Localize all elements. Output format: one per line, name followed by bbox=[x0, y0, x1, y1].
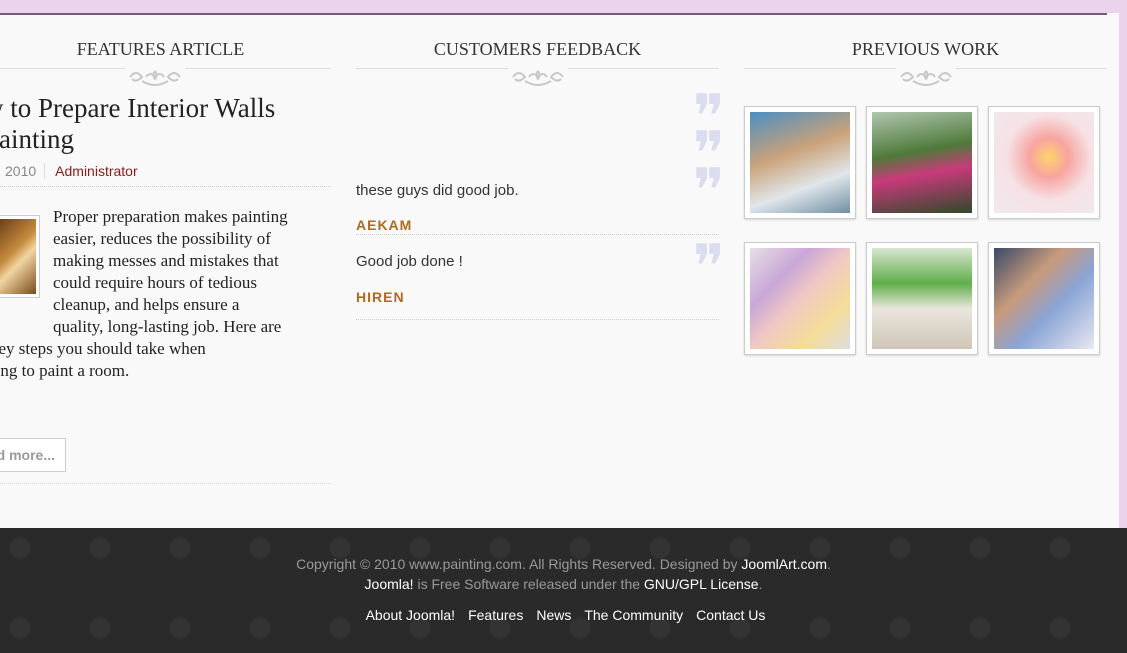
article-line: making messes and mistakes that bbox=[53, 251, 279, 270]
quote-icon: ❞ bbox=[692, 232, 725, 302]
article-date: 2010 bbox=[5, 163, 46, 179]
article-text: Proper preparation makes painting easier… bbox=[0, 206, 335, 382]
article-line: could require hours of tedious bbox=[53, 273, 257, 292]
article-title[interactable]: w to Prepare Interior Walls Painting bbox=[0, 93, 325, 155]
feedback-item: ❞ Good job done ! HIREN bbox=[356, 232, 725, 320]
gallery-thumbnail[interactable] bbox=[866, 106, 978, 219]
copyright-suffix: . bbox=[827, 556, 831, 572]
footer-nav-about-joomla[interactable]: About Joomla! bbox=[366, 607, 456, 623]
designer-link[interactable]: JoomlArt.com bbox=[741, 556, 827, 572]
article-title-line[interactable]: w to Prepare Interior Walls bbox=[0, 93, 325, 124]
ornament-icon bbox=[895, 66, 956, 88]
copyright-line: Copyright © 2010 www.painting.com. All R… bbox=[0, 556, 1127, 572]
article-line: cleanup, and helps ensure a bbox=[53, 295, 240, 314]
footer-nav-news[interactable]: News bbox=[536, 607, 571, 623]
article-author-link[interactable]: Administrator bbox=[45, 163, 137, 179]
footer-nav: About Joomla! Features News The Communit… bbox=[0, 607, 1127, 623]
quote-icon: ❞ ❞ ❞ bbox=[692, 82, 725, 226]
feedback-text: Good job done ! bbox=[356, 253, 463, 270]
features-heading: FEATURES ARTICLE bbox=[0, 13, 331, 69]
footer-nav-contact[interactable]: Contact Us bbox=[696, 607, 765, 623]
feedback-text: these guys did good job. bbox=[356, 182, 519, 199]
article-line: quality, long-lasting job. Here are bbox=[53, 317, 282, 336]
article-line: ring to paint a room. bbox=[0, 361, 130, 380]
gallery-thumbnail[interactable] bbox=[744, 242, 856, 355]
license-suffix: . bbox=[758, 576, 763, 592]
copyright-text: Copyright © 2010 www.painting.com. All R… bbox=[296, 556, 738, 572]
customers-feedback-column: CUSTOMERS FEEDBACK ❞ ❞ ❞ these guys did go… bbox=[356, 13, 725, 320]
joomla-link[interactable]: Joomla! bbox=[365, 576, 414, 592]
gallery-thumbnail[interactable] bbox=[744, 106, 856, 219]
column-divider bbox=[0, 483, 331, 484]
feedback-heading: CUSTOMERS FEEDBACK bbox=[356, 13, 719, 69]
read-more-button[interactable]: d more... bbox=[0, 438, 66, 472]
gallery-thumbnail[interactable] bbox=[988, 242, 1100, 355]
previous-work-heading: PREVIOUS WORK bbox=[744, 13, 1107, 69]
gallery-thumbnail[interactable] bbox=[866, 242, 978, 355]
footer-nav-features[interactable]: Features bbox=[468, 607, 523, 623]
features-article-column: FEATURES ARTICLE w to Prepare Interior W… bbox=[0, 13, 331, 484]
article-line: key steps you should take when bbox=[0, 339, 206, 358]
article-line: easier, reduces the possibility of bbox=[53, 229, 271, 248]
license-line: Joomla! is Free Software released under … bbox=[0, 576, 1127, 592]
license-text: is Free Software released under the bbox=[417, 576, 641, 592]
article-meta: 2010 Administrator bbox=[0, 163, 331, 187]
footer-nav-community[interactable]: The Community bbox=[584, 607, 683, 623]
gallery-thumbnail[interactable] bbox=[988, 106, 1100, 219]
footer: Copyright © 2010 www.painting.com. All R… bbox=[0, 528, 1127, 653]
main-content: FEATURES ARTICLE w to Prepare Interior W… bbox=[0, 13, 1119, 528]
previous-work-column: PREVIOUS WORK bbox=[744, 13, 1107, 355]
ornament-icon bbox=[125, 66, 185, 88]
feedback-author: AEKAM bbox=[356, 217, 413, 233]
article-title-line[interactable]: Painting bbox=[0, 124, 325, 155]
feedback-item: ❞ ❞ ❞ these guys did good job. AEKAM bbox=[356, 69, 725, 235]
article-line: Proper preparation makes painting bbox=[53, 207, 288, 226]
license-link[interactable]: GNU/GPL License bbox=[644, 576, 759, 592]
feedback-author: HIREN bbox=[356, 289, 405, 305]
article-thumbnail bbox=[0, 215, 40, 298]
article-body: Proper preparation makes painting easier… bbox=[0, 206, 331, 382]
